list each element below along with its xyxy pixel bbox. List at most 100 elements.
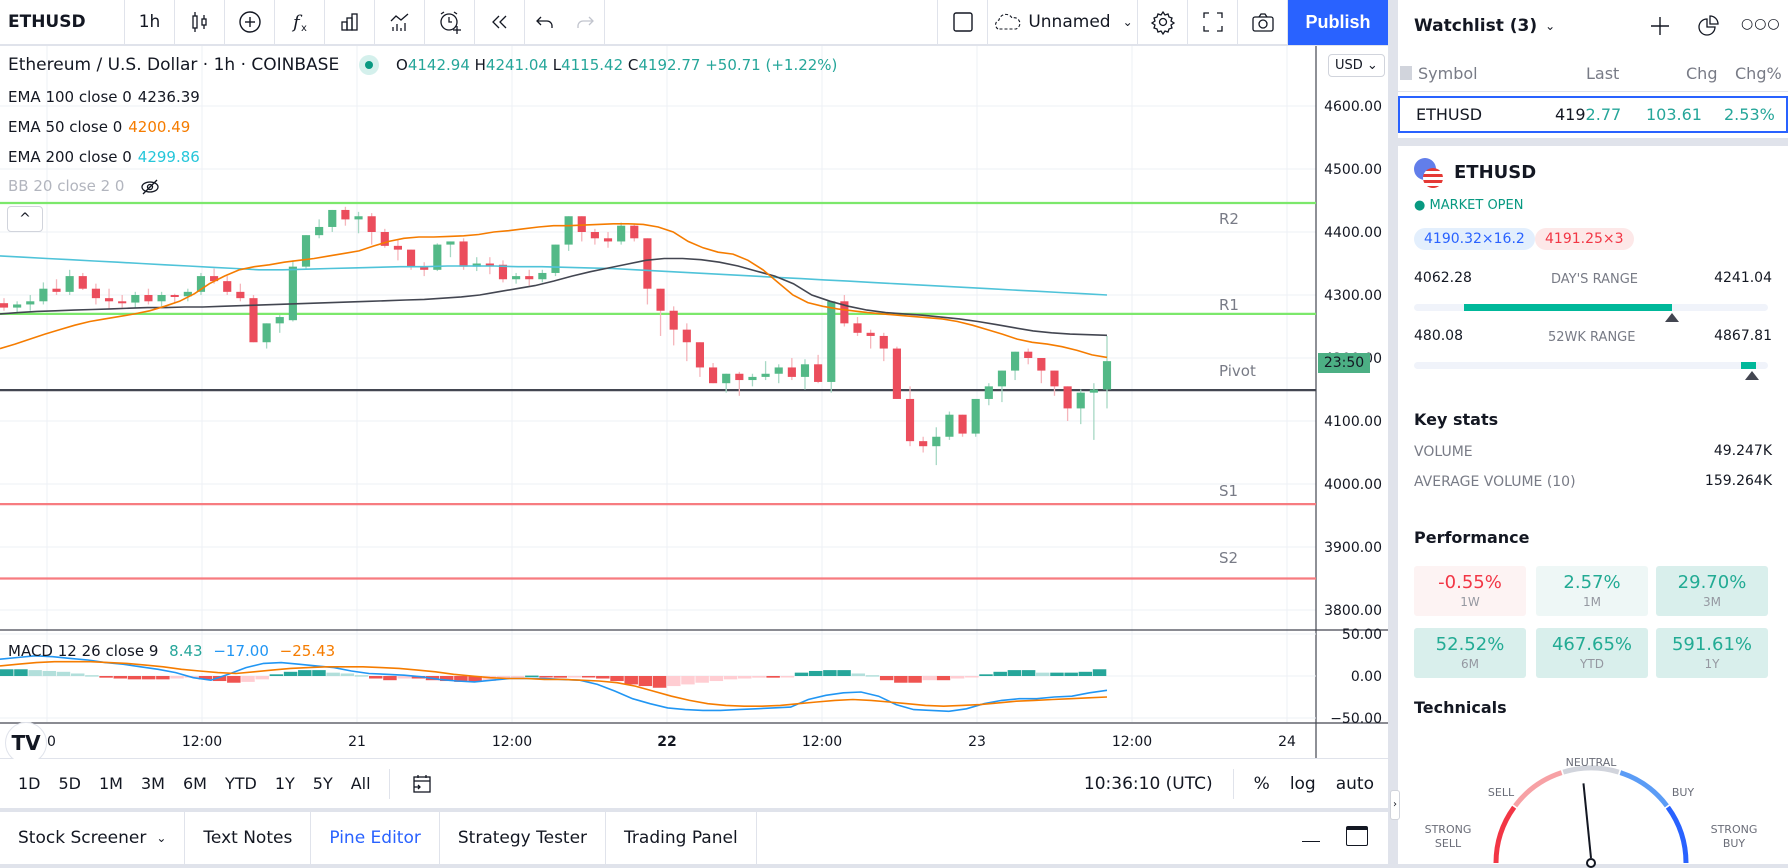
candle-body (551, 244, 560, 273)
macd-hist-bar (312, 670, 326, 676)
macd-hist-bar (56, 671, 71, 676)
macd-hist-bar (42, 670, 57, 676)
range-1d[interactable]: 1D (18, 774, 41, 793)
performance-ytd[interactable]: 467.65% YTD (1536, 628, 1648, 678)
candle-body (1063, 386, 1072, 409)
ema100-legend[interactable]: EMA 100 close 0 4236.39 (8, 88, 200, 106)
col-last[interactable]: Last (1586, 64, 1619, 83)
maximize-panel-icon[interactable] (1346, 826, 1368, 846)
more-options-icon[interactable]: ○○○ (1741, 16, 1781, 32)
col-chgp[interactable]: Chg% (1735, 64, 1782, 83)
range-1y[interactable]: 1Y (275, 774, 295, 793)
alert-clock-icon[interactable] (425, 0, 475, 45)
bar-countdown: 23:50 (1318, 353, 1370, 373)
clock-time[interactable]: 10:36:10 (UTC) (1084, 774, 1213, 794)
layout-name-button[interactable]: Unnamed ⌄ (988, 0, 1138, 45)
watchlist-header[interactable]: Watchlist (3) ⌄ (1398, 0, 1788, 52)
day-range-label: DAY'S RANGE (1551, 272, 1638, 287)
chevron-down-icon: ⌄ (1545, 19, 1556, 33)
hidden-eye-icon[interactable] (139, 178, 161, 196)
macd-hist-bar (979, 674, 993, 676)
fullscreen-icon[interactable] (1188, 0, 1238, 45)
candle-body (971, 398, 980, 434)
range-3m[interactable]: 3M (141, 774, 165, 793)
macd-hist-bar (738, 676, 752, 679)
technicals-gauge[interactable]: STRONGSELLSELLNEUTRALBUYSTRONGBUY (1398, 728, 1788, 868)
tab-strategy-tester[interactable]: Strategy Tester (440, 812, 607, 864)
goto-date-calendar-icon[interactable] (410, 772, 434, 796)
candle-body (879, 335, 888, 349)
macd-hist-bar (326, 672, 340, 676)
macd-hist-bar (0, 669, 14, 676)
candle-body (538, 272, 547, 280)
range-all[interactable]: All (351, 774, 371, 793)
range-6m[interactable]: 6M (183, 774, 207, 793)
collapse-legend-button[interactable]: ^ (7, 206, 43, 232)
symbol-search-button[interactable]: ETHUSD (0, 0, 125, 45)
templates-icon[interactable] (325, 0, 375, 45)
settings-gear-icon[interactable] (1138, 0, 1188, 45)
col-chg[interactable]: Chg (1686, 64, 1717, 83)
auto-scale-toggle[interactable]: auto (1336, 774, 1374, 794)
candle-body (997, 370, 1007, 387)
ema50-legend[interactable]: EMA 50 close 0 4200.49 (8, 118, 190, 136)
layout-name: Unnamed (1028, 12, 1111, 32)
candle-body (236, 291, 245, 299)
camera-snapshot-icon[interactable] (1238, 0, 1288, 45)
range-5d[interactable]: 5D (59, 774, 82, 793)
macd-hist-bar (667, 676, 681, 687)
performance-1y[interactable]: 591.61% 1Y (1656, 628, 1768, 678)
symbol-details: ETHUSD ● MARKET OPEN 4190.32×16.2 4191.2… (1398, 138, 1788, 868)
performance-period: 1M (1583, 595, 1601, 609)
performance-period: 1W (1460, 595, 1480, 609)
macd-legend[interactable]: MACD 12 26 close 9 8.43 −17.00 −25.43 (8, 642, 335, 660)
compare-add-icon[interactable] (225, 0, 275, 45)
macd-line (0, 654, 1108, 713)
add-symbol-icon[interactable] (1648, 14, 1672, 38)
tab-pine-editor[interactable]: Pine Editor (311, 812, 440, 864)
select-layout-icon[interactable] (938, 0, 988, 45)
tab-trading-panel[interactable]: Trading Panel (606, 812, 757, 864)
column-resize-handle[interactable] (1400, 66, 1412, 80)
range-1m[interactable]: 1M (99, 774, 123, 793)
chart-area[interactable]: 4600.004500.004400.004300.004200.004100.… (0, 46, 1388, 797)
indicators-fx-icon[interactable]: fx (275, 0, 325, 45)
log-scale-toggle[interactable]: log (1290, 774, 1316, 794)
advanced-view-pie-icon[interactable] (1696, 14, 1720, 38)
replay-icon[interactable] (475, 0, 525, 45)
x-tick-label: 12:00 (802, 734, 842, 750)
performance-3m[interactable]: 29.70% 3M (1656, 566, 1768, 616)
x-tick-label: 22 (657, 734, 676, 750)
publish-button[interactable]: Publish (1288, 0, 1388, 45)
wk-range-fill (1741, 362, 1757, 369)
day-low: 4062.28 (1414, 270, 1472, 286)
bb-legend[interactable]: BB 20 close 2 0 (8, 177, 161, 196)
performance-1w[interactable]: -0.55% 1W (1414, 566, 1526, 616)
minimize-panel-icon[interactable] (1302, 828, 1320, 842)
expand-panel-handle[interactable]: › (1390, 790, 1400, 820)
performance-6m[interactable]: 52.52% 6M (1414, 628, 1526, 678)
interval-button[interactable]: 1h (125, 0, 175, 45)
watchlist-row-ethusd[interactable]: ETHUSD 4192.77 103.61 2.53% (1398, 96, 1788, 133)
range-ytd[interactable]: YTD (225, 774, 257, 793)
candle-body (315, 226, 324, 236)
undo-icon[interactable] (525, 0, 565, 45)
wk-high: 4867.81 (1714, 328, 1772, 344)
performance-1m[interactable]: 2.57% 1M (1536, 566, 1648, 616)
watchlist-title[interactable]: Watchlist (3) (1414, 16, 1537, 36)
compare-chart-icon[interactable] (375, 0, 425, 45)
gauge-label: SELL (1435, 837, 1462, 850)
candles-icon[interactable] (175, 0, 225, 45)
divider (1232, 768, 1234, 799)
range-5y[interactable]: 5Y (313, 774, 333, 793)
macd-hist-bar (354, 675, 369, 677)
tab-text-notes[interactable]: Text Notes (185, 812, 312, 864)
currency-select[interactable]: USD ⌄ (1328, 54, 1385, 77)
tradingview-logo[interactable]: TV (5, 722, 47, 764)
redo-icon[interactable] (565, 0, 605, 45)
col-symbol[interactable]: Symbol (1418, 64, 1478, 83)
performance-period: 1Y (1704, 657, 1720, 671)
ema200-legend[interactable]: EMA 200 close 0 4299.86 (8, 148, 200, 166)
tab-stock-screener[interactable]: Stock Screener ⌄ (0, 812, 186, 864)
percent-scale-toggle[interactable]: % (1254, 774, 1270, 794)
